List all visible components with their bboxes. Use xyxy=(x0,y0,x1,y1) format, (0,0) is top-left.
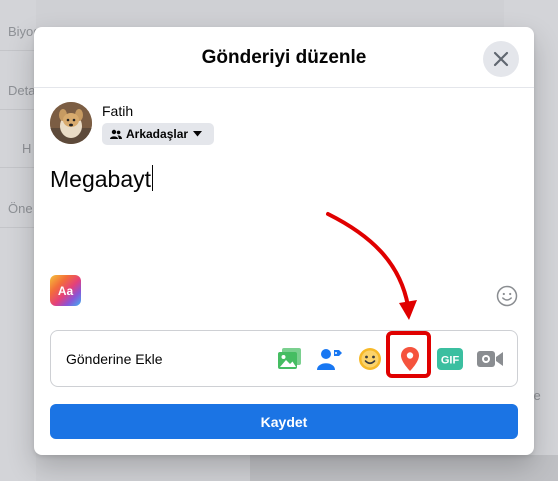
save-button[interactable]: Kaydet xyxy=(50,404,518,439)
friends-icon xyxy=(110,129,122,139)
add-to-post-bar: Gönderine Ekle GIF xyxy=(50,330,518,387)
location-pin-icon xyxy=(401,346,419,371)
dialog-title: Gönderiyi düzenle xyxy=(201,47,367,68)
audience-selector[interactable]: Arkadaşlar xyxy=(102,123,215,145)
avatar[interactable] xyxy=(50,102,92,144)
gif-button[interactable]: GIF xyxy=(437,346,463,372)
author-name[interactable]: Fatih xyxy=(102,103,214,119)
tag-people-button[interactable] xyxy=(317,346,343,372)
tag-people-icon xyxy=(317,348,342,370)
background-left-column: Biyog Detay H Öne Ç xyxy=(0,0,36,481)
background-row: Detay xyxy=(0,72,36,110)
live-video-button[interactable] xyxy=(477,346,503,372)
add-to-post-label: Gönderine Ekle xyxy=(66,350,163,367)
post-text: Megabayt xyxy=(50,166,152,192)
feeling-button[interactable] xyxy=(357,346,383,372)
audience-label: Arkadaşlar xyxy=(126,127,189,141)
smiley-icon xyxy=(496,285,518,307)
dialog-header: Gönderiyi düzenle xyxy=(34,27,534,88)
background-row: H xyxy=(0,130,36,168)
close-button[interactable] xyxy=(483,41,519,77)
edit-post-dialog: Gönderiyi düzenle Fatih Arkadaşlar Megab… xyxy=(34,27,534,455)
gif-text: GIF xyxy=(441,354,460,366)
text-style-button[interactable]: Aa xyxy=(50,275,81,306)
save-button-label: Kaydet xyxy=(260,413,308,430)
dog-avatar-icon xyxy=(50,102,92,144)
close-icon xyxy=(493,51,509,67)
post-text-input[interactable]: Megabayt xyxy=(50,165,154,193)
post-author: Fatih Arkadaşlar xyxy=(50,102,215,145)
text-cursor xyxy=(152,165,154,191)
background-panel xyxy=(250,455,558,481)
live-video-icon xyxy=(477,350,503,367)
feeling-icon xyxy=(359,347,381,370)
gif-icon: GIF xyxy=(437,347,463,370)
text-style-label: Aa xyxy=(57,283,74,298)
photo-video-button[interactable] xyxy=(277,346,303,372)
check-in-button[interactable] xyxy=(397,346,423,372)
background-row: Biyog xyxy=(0,13,36,51)
photo-video-icon xyxy=(278,347,301,369)
background-row: Öne Ç xyxy=(0,190,36,228)
emoji-button[interactable] xyxy=(496,285,518,307)
chevron-down-icon xyxy=(193,131,203,137)
